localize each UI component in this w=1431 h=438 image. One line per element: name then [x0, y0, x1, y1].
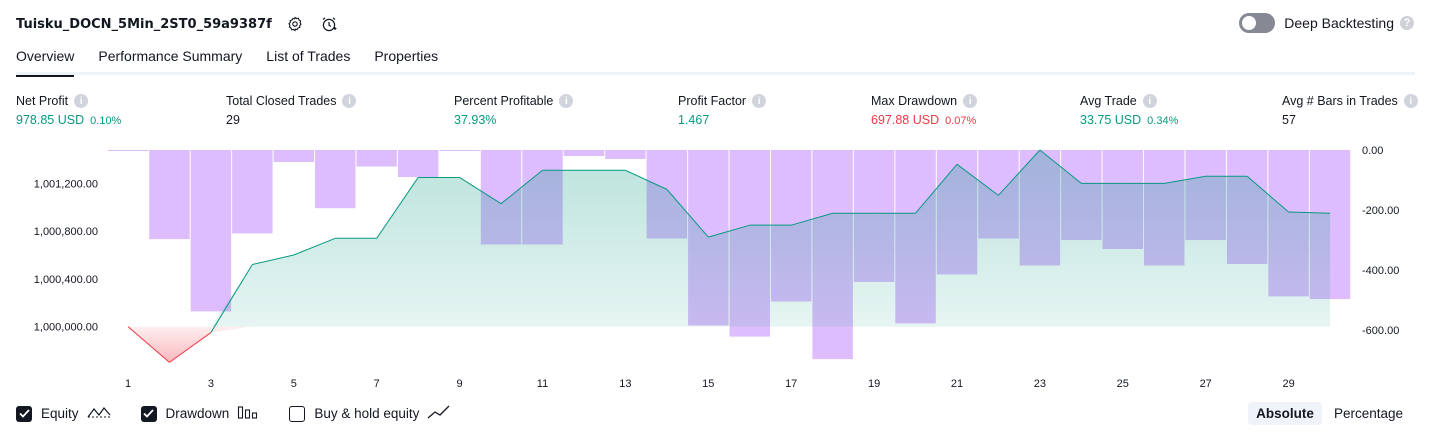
- metric-label: Max Drawdown: [871, 94, 958, 108]
- scale-mode-switch: Absolute Percentage: [1244, 402, 1411, 425]
- x-axis-tick: 11: [537, 378, 548, 390]
- x-axis-tick: 7: [374, 378, 380, 390]
- info-icon[interactable]: i: [752, 94, 767, 108]
- x-axis-tick: 13: [619, 378, 631, 390]
- right-axis: 0.00 -200.00 -400.00 -600.00: [1362, 145, 1399, 337]
- metric-label: Percent Profitable: [454, 94, 554, 108]
- equity-checkbox[interactable]: [16, 405, 32, 422]
- metric-value: 978.85 USD: [16, 113, 85, 127]
- x-axis-tick: 9: [457, 378, 463, 390]
- x-axis-tick: 5: [291, 378, 297, 390]
- info-icon[interactable]: i: [342, 94, 357, 108]
- chart-legend: Equity Drawdown Buy & hold equity: [16, 404, 481, 423]
- legend-label: Buy & hold equity: [314, 406, 420, 421]
- strategy-name: Tuisku_DOCN_5Min_2ST0_59a9387f: [16, 16, 272, 32]
- metric-label: Avg Trade: [1080, 94, 1137, 108]
- x-axis-tick: 3: [208, 378, 214, 390]
- metric-value: 1.467: [678, 113, 710, 127]
- left-axis-tick: 1,000,000.00: [34, 322, 98, 334]
- mode-percentage[interactable]: Percentage: [1326, 402, 1411, 425]
- metric-label: Net Profit: [16, 94, 69, 108]
- metric-label: Profit Factor: [678, 94, 747, 108]
- deep-backtesting: Deep Backtesting ?: [1239, 13, 1414, 33]
- tab-divider: [16, 72, 1415, 75]
- metric-value: 37.93%: [454, 113, 497, 127]
- metric-percent-profitable: Percent Profitable i 37.93%: [454, 94, 574, 127]
- buy-hold-line-icon: [427, 404, 451, 423]
- metric-percent: 0.10%: [90, 115, 122, 127]
- legend-label: Equity: [41, 406, 79, 421]
- strategy-header: Tuisku_DOCN_5Min_2ST0_59a9387f: [16, 12, 340, 36]
- legend-drawdown[interactable]: Drawdown: [140, 404, 260, 423]
- metric-profit-factor: Profit Factor i 1.467: [678, 94, 767, 127]
- drawdown-bar: [563, 150, 605, 156]
- left-axis: 1,001,200.00 1,000,800.00 1,000,400.00 1,00…: [34, 178, 98, 333]
- equity-line-icon: [87, 404, 111, 423]
- legend-buy-hold-equity[interactable]: Buy & hold equity: [289, 404, 451, 423]
- x-axis-tick: 17: [785, 378, 797, 390]
- drawdown-bars-icon: [237, 404, 259, 423]
- x-axis-tick: 1: [125, 378, 131, 390]
- x-axis-tick: 19: [868, 378, 880, 390]
- metric-value: 57: [1282, 113, 1296, 127]
- left-axis-tick: 1,000,800.00: [34, 226, 98, 238]
- metric-value: 29: [226, 113, 240, 127]
- right-axis-tick: -600.00: [1362, 325, 1399, 337]
- drawdown-bar: [439, 150, 480, 151]
- metric-value: 697.88 USD: [871, 113, 940, 127]
- metric-label: Total Closed Trades: [226, 94, 337, 108]
- metric-avg-bars-in-trades: Avg # Bars in Trades i 57: [1282, 94, 1418, 127]
- metric-percent: 0.34%: [1147, 115, 1179, 127]
- buy-hold-checkbox[interactable]: [289, 405, 306, 422]
- x-axis-tick: 29: [1282, 378, 1294, 390]
- alarm-clock-icon[interactable]: [318, 13, 340, 35]
- x-axis-tick: 21: [951, 378, 963, 390]
- deep-backtesting-toggle[interactable]: [1239, 13, 1276, 33]
- mode-absolute[interactable]: Absolute: [1248, 402, 1322, 425]
- drawdown-bar: [315, 150, 356, 209]
- drawdown-bar: [605, 150, 646, 159]
- legend-equity[interactable]: Equity: [16, 404, 111, 423]
- drawdown-checkbox[interactable]: [140, 405, 157, 422]
- drawdown-bar: [273, 150, 315, 162]
- right-axis-tick: -200.00: [1362, 205, 1399, 217]
- drawdown-bar: [190, 150, 232, 312]
- legend-label: Drawdown: [165, 406, 230, 421]
- x-axis: 1 3 5 7 9 11 13 15 17 19 21 23 25 27 29: [125, 378, 1295, 390]
- left-axis-tick: 1,000,400.00: [34, 274, 98, 286]
- metric-percent: 0.07%: [945, 115, 977, 127]
- info-icon[interactable]: i: [963, 94, 978, 108]
- info-icon[interactable]: i: [1142, 94, 1157, 108]
- deep-backtesting-label: Deep Backtesting: [1284, 15, 1394, 31]
- help-icon[interactable]: ?: [1400, 16, 1414, 30]
- info-icon[interactable]: i: [559, 94, 574, 108]
- gear-icon[interactable]: [284, 13, 306, 35]
- info-icon[interactable]: i: [1403, 94, 1418, 108]
- metric-label: Avg # Bars in Trades: [1282, 94, 1398, 108]
- info-icon[interactable]: i: [74, 94, 89, 108]
- left-axis-tick: 1,001,200.00: [34, 178, 98, 190]
- metric-net-profit: Net Profit i 978.85 USD 0.10%: [16, 94, 121, 127]
- drawdown-bar: [232, 150, 273, 234]
- drawdown-bar: [356, 150, 397, 167]
- toggle-knob: [1242, 16, 1257, 30]
- right-axis-tick: -400.00: [1362, 265, 1399, 277]
- drawdown-bar: [107, 150, 149, 151]
- equity-drawdown-chart[interactable]: 1,001,200.00 1,000,800.00 1,000,400.00 1,00…: [0, 140, 1431, 396]
- x-axis-tick: 25: [1117, 378, 1129, 390]
- metric-total-closed-trades: Total Closed Trades i 29: [226, 94, 357, 127]
- drawdown-bar: [149, 150, 190, 240]
- metric-avg-trade: Avg Trade i 33.75 USD 0.34%: [1080, 94, 1178, 127]
- x-axis-tick: 15: [702, 378, 714, 390]
- metric-value: 33.75 USD: [1080, 113, 1142, 127]
- x-axis-tick: 27: [1200, 378, 1212, 390]
- equity-negative-area: [128, 326, 1331, 363]
- drawdown-bar: [397, 150, 439, 177]
- x-axis-tick: 23: [1034, 378, 1046, 390]
- right-axis-tick: 0.00: [1362, 145, 1383, 157]
- metric-max-drawdown: Max Drawdown i 697.88 USD 0.07%: [871, 94, 978, 127]
